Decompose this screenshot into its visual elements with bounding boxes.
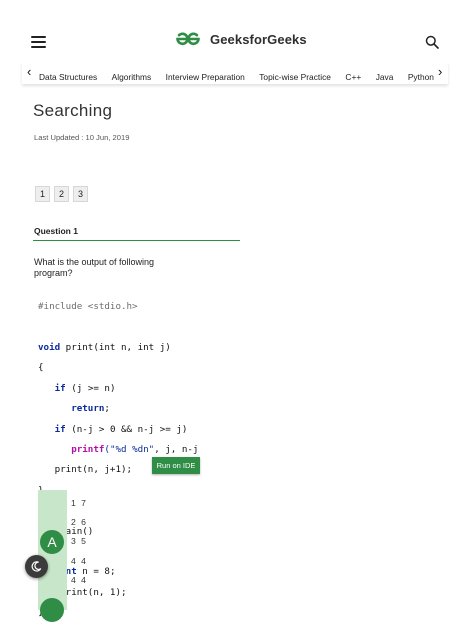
code-token: print(int n, int j) xyxy=(60,341,171,353)
code-token: (j >= n) xyxy=(65,382,116,394)
code-token: { xyxy=(38,362,44,374)
question-text: What is the output of following program? xyxy=(34,257,155,278)
code-keyword: void xyxy=(38,341,61,353)
code-token: print(n, 1); xyxy=(60,586,127,598)
dark-mode-toggle[interactable] xyxy=(25,555,48,578)
moon-icon xyxy=(31,561,42,572)
answer-option-b[interactable] xyxy=(40,598,64,622)
code-token: , j, n-j xyxy=(154,443,199,455)
code-token: ; xyxy=(104,403,110,415)
hamburger-menu-icon[interactable] xyxy=(31,36,46,48)
nav-item-interview-preparation[interactable]: Interview Preparation xyxy=(166,72,245,82)
answer-line: 1 7 xyxy=(71,498,88,508)
code-keyword: return xyxy=(71,403,105,415)
nav-item-python[interactable]: Python xyxy=(408,72,434,82)
code-token: print(n, j+1); xyxy=(54,464,133,476)
topic-nav: ‹ Data Structures Algorithms Interview P… xyxy=(22,62,448,84)
code-keyword: if xyxy=(54,382,66,394)
nav-right-arrow-icon[interactable]: › xyxy=(438,65,442,79)
code-token: (n-j > 0 && n-j >= j) xyxy=(65,423,188,435)
code-string: ("%d %dn" xyxy=(104,443,155,455)
code-keyword: if xyxy=(54,423,66,435)
answer-line: 2 6 xyxy=(71,517,88,527)
search-icon[interactable] xyxy=(425,35,439,49)
question-label: Question 1 xyxy=(34,226,78,236)
nav-item-data-structures[interactable]: Data Structures xyxy=(39,72,97,82)
page-button-1[interactable]: 1 xyxy=(35,186,50,202)
question-divider xyxy=(33,240,240,241)
last-updated: Last Updated : 10 Jun, 2019 xyxy=(34,133,130,142)
nav-items: Data Structures Algorithms Interview Pre… xyxy=(39,67,436,85)
site-header: GeeksforGeeks xyxy=(0,0,474,58)
nav-item-java[interactable]: Java xyxy=(376,72,394,82)
page-button-3[interactable]: 3 xyxy=(73,186,88,202)
gfg-logo-icon xyxy=(176,32,200,46)
site-logo[interactable]: GeeksforGeeks xyxy=(172,29,307,49)
answer-option-a[interactable]: A xyxy=(40,530,64,554)
logo-text: GeeksforGeeks xyxy=(210,31,307,47)
nav-item-topic-wise-practice[interactable]: Topic-wise Practice xyxy=(259,72,331,82)
page-button-2[interactable]: 2 xyxy=(54,186,69,202)
code-token: #include <stdio.h> xyxy=(38,301,138,313)
page-title: Searching xyxy=(33,101,113,120)
nav-item-algorithms[interactable]: Algorithms xyxy=(112,72,152,82)
nav-item-cpp[interactable]: C++ xyxy=(345,72,361,82)
pagination: 1 2 3 xyxy=(35,186,92,202)
answer-line: 4 4 xyxy=(71,575,88,585)
answer-line: 3 5 xyxy=(71,536,88,546)
answer-line: 4 4 xyxy=(71,556,88,566)
run-on-ide-button[interactable]: Run on IDE xyxy=(152,457,200,474)
nav-left-arrow-icon[interactable]: ‹ xyxy=(27,65,31,79)
code-function: printf xyxy=(71,443,105,455)
